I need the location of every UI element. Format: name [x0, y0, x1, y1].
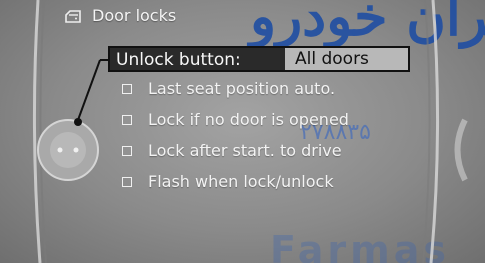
car-door-icon [65, 10, 81, 23]
controller-knob-icon[interactable] [37, 118, 99, 181]
unlock-button-label: Unlock button: [116, 50, 241, 70]
checkbox[interactable] [122, 115, 132, 125]
unlock-button-setting[interactable]: Unlock button: All doors [108, 46, 410, 72]
option-label: Lock if no door is opened [148, 110, 349, 129]
option-lock-after-start[interactable]: Lock after start. to drive [108, 139, 413, 165]
controller-rail-right [422, 0, 468, 263]
option-label: Flash when lock/unlock [148, 172, 334, 191]
screen-header: Door locks [0, 0, 485, 30]
option-last-seat-position[interactable]: Last seat position auto. [108, 77, 413, 103]
option-label: Last seat position auto. [148, 79, 336, 98]
door-locks-screen: ﺍﻳﺮﺍﻥ ﺧﻮﺩﺭﻭ ۲۷۸۸۳۵ Farmas Door locks [0, 0, 485, 263]
checkbox[interactable] [122, 84, 132, 94]
unlock-button-value[interactable]: All doors [285, 48, 408, 70]
door-locks-menu: Unlock button: All doors Last seat posit… [108, 46, 413, 196]
controller-rail-left [32, 0, 108, 263]
option-lock-if-no-door-opened[interactable]: Lock if no door is opened [108, 108, 413, 134]
option-label: Lock after start. to drive [148, 141, 342, 160]
page-title: Door locks [92, 6, 177, 25]
option-flash-when-lock[interactable]: Flash when lock/unlock [108, 170, 413, 196]
checkbox[interactable] [122, 146, 132, 156]
checkbox[interactable] [122, 177, 132, 187]
